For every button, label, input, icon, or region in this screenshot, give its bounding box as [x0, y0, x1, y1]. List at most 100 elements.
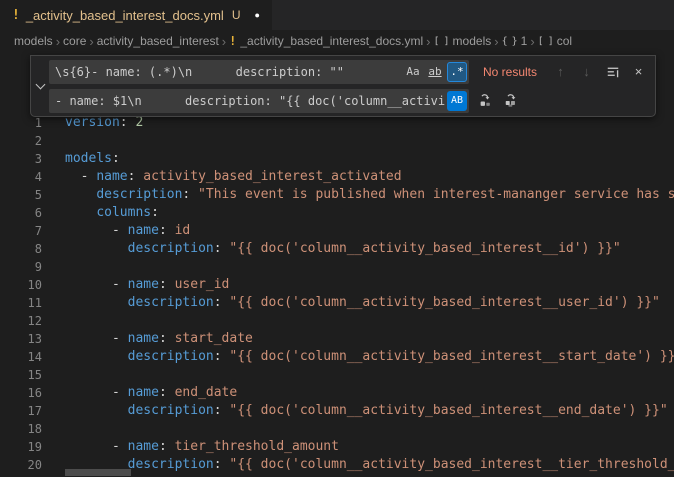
line-number[interactable]: 13	[0, 330, 42, 348]
horizontal-scrollbar[interactable]	[65, 469, 131, 476]
breadcrumb-item[interactable]: [ ]models	[433, 34, 491, 48]
breadcrumb-item[interactable]: [ ] col	[538, 34, 572, 48]
replace-icon	[478, 94, 492, 108]
code-line[interactable]: 3models:	[0, 150, 674, 168]
line-number[interactable]: 19	[0, 438, 42, 456]
code-text: description: "This event is published wh…	[42, 186, 674, 204]
code-line[interactable]: 17 description: "{{ doc('column__activit…	[0, 402, 674, 420]
symbol-icon: { }	[502, 36, 517, 47]
code-line[interactable]: 2	[0, 132, 674, 150]
code-text	[42, 312, 65, 330]
code-line[interactable]: 6 columns:	[0, 204, 674, 222]
code-text: - name: tier_threshold_amount	[42, 438, 339, 456]
breadcrumb-separator-icon: ›	[219, 34, 229, 49]
breadcrumb-label: activity_based_interest	[97, 34, 219, 48]
replace-all-button[interactable]	[500, 90, 521, 111]
code-text: - name: end_date	[42, 384, 237, 402]
line-number[interactable]: 7	[0, 222, 42, 240]
line-number[interactable]: 9	[0, 258, 42, 276]
code-line[interactable]: 8 description: "{{ doc('column__activity…	[0, 240, 674, 258]
code-text	[42, 420, 65, 438]
code-line[interactable]: 5 description: "This event is published …	[0, 186, 674, 204]
find-widget-rows: \s{6}- name: (.*)\n description: "" Aa a…	[49, 59, 649, 113]
breadcrumb-item[interactable]: core	[63, 34, 86, 48]
code-text: - name: activity_based_interest_activate…	[42, 168, 402, 186]
line-number[interactable]: 2	[0, 132, 42, 150]
breadcrumb-label: col	[557, 34, 572, 48]
line-number[interactable]: 6	[0, 204, 42, 222]
next-match-button[interactable]: ↓	[576, 61, 597, 82]
line-number[interactable]: 4	[0, 168, 42, 186]
breadcrumb-item[interactable]: !_activity_based_interest_docs.yml	[229, 34, 423, 48]
code-line[interactable]: 19 - name: tier_threshold_amount	[0, 438, 674, 456]
code-text: description: "{{ doc('column__activity_b…	[42, 456, 674, 474]
line-number[interactable]: 15	[0, 366, 42, 384]
line-number[interactable]: 10	[0, 276, 42, 294]
editor-tab[interactable]: ! _activity_based_interest_docs.yml U ●	[0, 0, 272, 30]
code-text: models:	[42, 150, 120, 168]
breadcrumb-item[interactable]: { }1	[502, 34, 528, 48]
code-line[interactable]: 10 - name: user_id	[0, 276, 674, 294]
code-text	[42, 132, 65, 150]
previous-match-button[interactable]: ↑	[550, 61, 571, 82]
code-text: columns:	[42, 204, 159, 222]
breadcrumb-label: models	[453, 34, 492, 48]
line-number[interactable]: 18	[0, 420, 42, 438]
line-number[interactable]: 17	[0, 402, 42, 420]
code-line[interactable]: 11 description: "{{ doc('column__activit…	[0, 294, 674, 312]
line-number[interactable]: 3	[0, 150, 42, 168]
git-status-badge: U	[232, 8, 241, 22]
code-text: - name: start_date	[42, 330, 253, 348]
regex-button[interactable]: .*	[447, 62, 467, 82]
breadcrumb-separator-icon: ›	[491, 34, 501, 49]
whole-word-button[interactable]: ab	[425, 62, 445, 82]
match-case-button[interactable]: Aa	[403, 62, 423, 82]
code-text: description: "{{ doc('column__activity_b…	[42, 294, 660, 312]
breadcrumb-label: models	[14, 34, 53, 48]
code-line[interactable]: 12	[0, 312, 674, 330]
code-line[interactable]: 7 - name: id	[0, 222, 674, 240]
code-text: description: "{{ doc('column__activity_b…	[42, 348, 674, 366]
toggle-replace-button[interactable]	[31, 59, 49, 113]
line-number[interactable]: 16	[0, 384, 42, 402]
line-number[interactable]: 8	[0, 240, 42, 258]
replace-input[interactable]: - name: $1\n description: "{{ doc('colum…	[49, 89, 469, 113]
line-number[interactable]: 14	[0, 348, 42, 366]
close-button[interactable]: ×	[628, 61, 649, 82]
breadcrumb-separator-icon: ›	[86, 34, 96, 49]
code-line[interactable]: 4 - name: activity_based_interest_activa…	[0, 168, 674, 186]
find-status: No results	[483, 65, 537, 79]
breadcrumb-item[interactable]: models	[14, 34, 53, 48]
replace-button[interactable]	[474, 90, 495, 111]
breadcrumb: models›core›activity_based_interest›!_ac…	[0, 30, 674, 52]
find-in-selection-icon	[606, 65, 620, 79]
modified-dot-icon[interactable]: ●	[255, 10, 260, 20]
breadcrumb-separator-icon: ›	[53, 34, 63, 49]
find-replace-widget: \s{6}- name: (.*)\n description: "" Aa a…	[30, 55, 656, 117]
breadcrumb-separator-icon: ›	[423, 34, 433, 49]
breadcrumb-label: core	[63, 34, 86, 48]
code-line[interactable]: 9	[0, 258, 674, 276]
line-number[interactable]: 5	[0, 186, 42, 204]
code-text	[42, 258, 65, 276]
code-line[interactable]: 16 - name: end_date	[0, 384, 674, 402]
line-number[interactable]: 12	[0, 312, 42, 330]
find-in-selection-button[interactable]	[602, 61, 623, 82]
code-line[interactable]: 18	[0, 420, 674, 438]
symbol-icon: [ ]	[538, 36, 553, 47]
preserve-case-button[interactable]: AB	[447, 91, 467, 111]
code-text: description: "{{ doc('column__activity_b…	[42, 402, 668, 420]
code-line[interactable]: 15	[0, 366, 674, 384]
find-input[interactable]: \s{6}- name: (.*)\n description: "" Aa a…	[49, 60, 469, 84]
yaml-file-icon: !	[12, 8, 20, 23]
vscode-window: ! _activity_based_interest_docs.yml U ● …	[0, 0, 674, 477]
replace-input-value: - name: $1\n description: "{{ doc('colum…	[55, 94, 445, 108]
line-number[interactable]: 20	[0, 456, 42, 474]
line-number[interactable]: 11	[0, 294, 42, 312]
code-line[interactable]: 13 - name: start_date	[0, 330, 674, 348]
yaml-file-icon: !	[229, 34, 236, 48]
tab-filename: _activity_based_interest_docs.yml	[26, 8, 224, 23]
chevron-down-icon	[35, 79, 45, 89]
breadcrumb-item[interactable]: activity_based_interest	[97, 34, 219, 48]
code-line[interactable]: 14 description: "{{ doc('column__activit…	[0, 348, 674, 366]
